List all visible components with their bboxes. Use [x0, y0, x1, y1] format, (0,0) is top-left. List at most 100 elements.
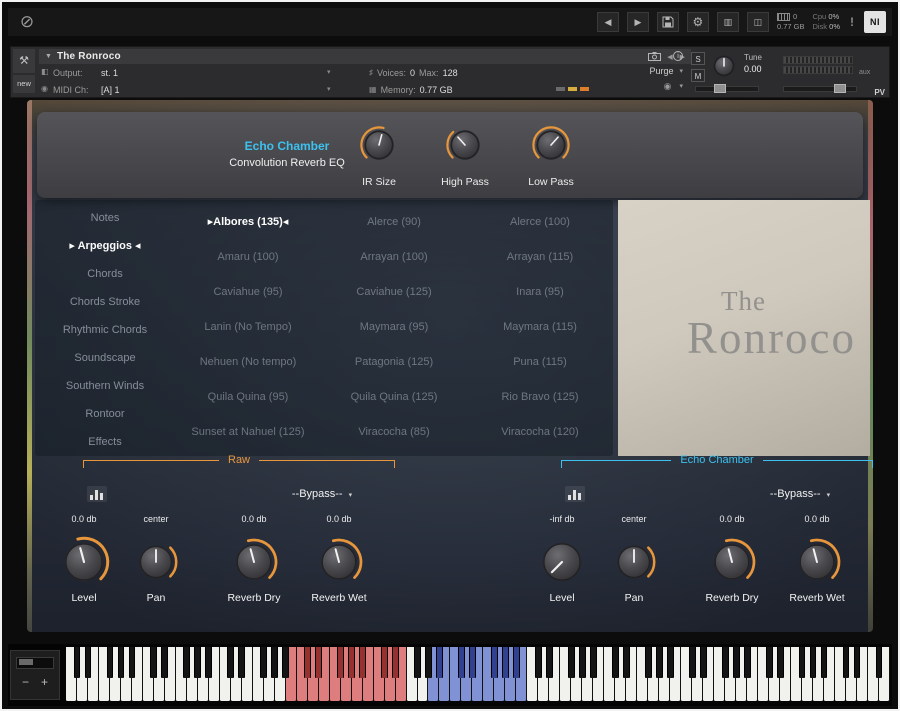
- preset-alerce-100[interactable]: Alerce (100): [467, 216, 613, 228]
- black-key[interactable]: [117, 647, 125, 679]
- sidebar-item-effects[interactable]: Effects: [35, 428, 175, 456]
- fx-knob-high-pass[interactable]: High Pass: [437, 125, 493, 188]
- instrument-icon-select[interactable]: ◉: [664, 81, 672, 92]
- kontakt-logo-icon[interactable]: ⊘: [16, 11, 38, 33]
- black-key[interactable]: [765, 647, 773, 679]
- sidebar-item-chords[interactable]: Chords: [35, 260, 175, 288]
- collapse-arrow-icon[interactable]: ▼: [45, 53, 52, 60]
- save-button[interactable]: [656, 12, 679, 32]
- camera-icon[interactable]: [648, 51, 661, 61]
- settings-button[interactable]: ⚙: [686, 12, 709, 32]
- chevron-down-icon[interactable]: ▾: [679, 82, 683, 90]
- alert-indicator[interactable]: !: [848, 15, 856, 29]
- preset-lanin-no-tempo[interactable]: Lanin (No Tempo): [175, 321, 321, 333]
- black-key[interactable]: [688, 647, 696, 679]
- keyboard-scroll-controls[interactable]: − +: [10, 650, 60, 700]
- preset-quila-quina-125[interactable]: Quila Quina (125): [321, 391, 467, 403]
- preset-viracocha-85[interactable]: Viracocha (85): [321, 426, 467, 438]
- black-key[interactable]: [469, 647, 476, 679]
- black-key[interactable]: [337, 647, 345, 679]
- preset-albores-135[interactable]: ▸Albores (135)◂: [175, 215, 321, 228]
- sidebar-item-rhythmic-chords[interactable]: Rhythmic Chords: [35, 316, 175, 344]
- black-key[interactable]: [128, 647, 136, 679]
- black-key[interactable]: [732, 647, 740, 679]
- black-key[interactable]: [546, 647, 553, 679]
- mute-button[interactable]: M: [691, 69, 705, 82]
- knob-dial[interactable]: [611, 539, 657, 585]
- black-key[interactable]: [820, 647, 828, 679]
- black-key[interactable]: [589, 647, 597, 679]
- knob-dial[interactable]: [535, 535, 589, 589]
- aux-label[interactable]: aux: [859, 69, 870, 76]
- preset-maymara-95[interactable]: Maymara (95): [321, 321, 467, 333]
- preset-alerce-90[interactable]: Alerce (90): [321, 216, 467, 228]
- knob-dial[interactable]: [314, 537, 364, 587]
- mixer-view-button[interactable]: ▥: [716, 12, 739, 32]
- preset-amaru-100[interactable]: Amaru (100): [175, 251, 321, 263]
- pan-knob[interactable]: [599, 534, 669, 590]
- preset-nehuen-no-tempo[interactable]: Nehuen (No tempo): [175, 356, 321, 368]
- knob-dial[interactable]: [445, 125, 485, 165]
- preset-maymara-115[interactable]: Maymara (115): [467, 321, 613, 333]
- back-button[interactable]: ◀: [596, 12, 619, 32]
- volume-slider-handle[interactable]: [834, 84, 846, 93]
- black-key[interactable]: [348, 647, 356, 679]
- black-key[interactable]: [776, 647, 784, 679]
- keyboard-zoom-in-button[interactable]: +: [35, 675, 54, 689]
- fx-knob-low-pass[interactable]: Low Pass: [523, 125, 579, 188]
- black-key[interactable]: [491, 647, 498, 679]
- knob-dial[interactable]: [531, 125, 571, 165]
- black-key[interactable]: [809, 647, 817, 679]
- chevron-down-icon[interactable]: ▾: [679, 67, 683, 75]
- reverb-dry-knob[interactable]: [697, 534, 767, 590]
- black-key[interactable]: [853, 647, 861, 679]
- pan-knob[interactable]: [121, 534, 191, 590]
- black-key[interactable]: [644, 647, 652, 679]
- forward-button[interactable]: ▶: [626, 12, 649, 32]
- knob-dial[interactable]: [707, 537, 757, 587]
- black-key[interactable]: [205, 647, 213, 679]
- tune-knob[interactable]: [712, 54, 736, 83]
- black-key[interactable]: [798, 647, 806, 679]
- knob-dial[interactable]: [133, 539, 179, 585]
- purge-button[interactable]: Purge: [649, 66, 673, 76]
- reverb-wet-knob[interactable]: [782, 534, 852, 590]
- level-meter-icon-button[interactable]: [87, 486, 107, 502]
- output-select[interactable]: st. 1: [101, 68, 118, 78]
- solo-button[interactable]: S: [691, 52, 705, 65]
- new-badge-button[interactable]: new: [13, 75, 35, 93]
- sidebar-item-notes[interactable]: Notes: [35, 204, 175, 232]
- output-window-button[interactable]: ◫: [746, 12, 769, 32]
- preset-arrayan-100[interactable]: Arrayan (100): [321, 251, 467, 263]
- black-key[interactable]: [227, 647, 235, 679]
- fx-knob-ir-size[interactable]: IR Size: [351, 125, 407, 188]
- pv-button[interactable]: PV: [874, 88, 885, 97]
- preset-viracocha-120[interactable]: Viracocha (120): [467, 426, 613, 438]
- black-key[interactable]: [655, 647, 663, 679]
- black-key[interactable]: [150, 647, 158, 679]
- black-key[interactable]: [84, 647, 92, 679]
- ir-bypass-select[interactable]: --Bypass-- ▾: [725, 488, 873, 500]
- black-key[interactable]: [842, 647, 850, 679]
- keyboard-zoom-out-button[interactable]: −: [16, 675, 35, 689]
- wrench-button[interactable]: ⚒: [13, 49, 35, 73]
- level-knob[interactable]: [527, 534, 597, 590]
- black-key[interactable]: [359, 647, 367, 679]
- ir-bypass-select[interactable]: --Bypass-- ▾: [247, 488, 397, 500]
- black-key[interactable]: [425, 647, 432, 679]
- preset-arrayan-115[interactable]: Arrayan (115): [467, 251, 613, 263]
- sidebar-item-rontoor[interactable]: Rontoor: [35, 400, 175, 428]
- sidebar-item-chords-stroke[interactable]: Chords Stroke: [35, 288, 175, 316]
- preset-inara-95[interactable]: Inara (95): [467, 286, 613, 298]
- black-key[interactable]: [743, 647, 751, 679]
- black-key[interactable]: [238, 647, 246, 679]
- chevron-down-icon[interactable]: ▾: [327, 68, 331, 76]
- knob-dial[interactable]: [792, 537, 842, 587]
- sidebar-item-arpeggios[interactable]: ▸ Arpeggios ◂: [35, 232, 175, 260]
- sidebar-item-soundscape[interactable]: Soundscape: [35, 344, 175, 372]
- black-key[interactable]: [721, 647, 729, 679]
- black-key[interactable]: [578, 647, 586, 679]
- preset-sunset-at-nahuel-125[interactable]: Sunset at Nahuel (125): [175, 426, 321, 438]
- preset-caviahue-125[interactable]: Caviahue (125): [321, 286, 467, 298]
- black-key[interactable]: [260, 647, 268, 679]
